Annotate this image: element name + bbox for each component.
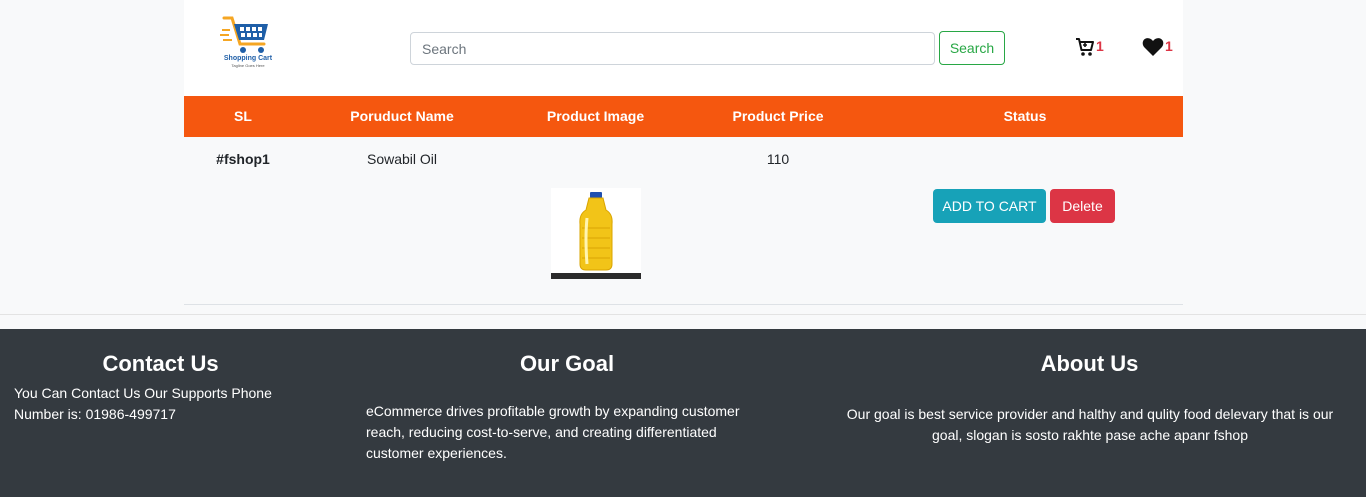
cart-link[interactable]: 1 — [1075, 37, 1104, 62]
footer-contact-text: You Can Contact Us Our Supports Phone Nu… — [14, 385, 272, 422]
column-header-status: Status — [1003, 108, 1047, 124]
table-row: #fshop1 Sowabil Oil 110 ADD TO CART Dele… — [184, 137, 1183, 305]
column-header-product-name: Poruduct Name — [350, 108, 454, 124]
search-input[interactable] — [410, 32, 935, 65]
column-header-sl: SL — [234, 108, 252, 124]
column-header-product-image: Product Image — [546, 108, 645, 124]
divider — [0, 314, 1366, 315]
site-footer: Contact Us You Can Contact Us Our Suppor… — [0, 329, 1366, 497]
product-image — [551, 188, 641, 279]
table-header: SL Poruduct Name Product Image Product P… — [184, 96, 1183, 137]
add-to-cart-button[interactable]: ADD TO CART — [933, 189, 1046, 223]
heart-icon — [1142, 37, 1164, 62]
logo-tagline: Tagline Goes Here — [231, 63, 265, 68]
cart-icon — [1075, 37, 1095, 62]
search-button[interactable]: Search — [939, 31, 1005, 65]
row-product-price: 110 — [766, 151, 790, 167]
site-header: Shopping Cart Tagline Goes Here Search 1… — [184, 0, 1183, 96]
footer-goal-title: Our Goal — [519, 351, 615, 376]
column-header-product-price: Product Price — [732, 108, 824, 124]
footer-goal-text: eCommerce drives profitable growth by ex… — [366, 403, 740, 461]
row-sl: #fshop1 — [216, 151, 270, 167]
wishlist-link[interactable]: 1 — [1142, 37, 1173, 62]
delete-button[interactable]: Delete — [1050, 189, 1115, 223]
footer-about-text: Our goal is best service provider and ha… — [846, 406, 1334, 443]
footer-contact-title: Contact Us — [102, 351, 219, 376]
cart-count-badge: 1 — [1096, 38, 1104, 54]
wishlist-count-badge: 1 — [1165, 38, 1173, 54]
footer-about-title: About Us — [1040, 351, 1139, 376]
cart-table: SL Poruduct Name Product Image Product P… — [184, 96, 1183, 305]
row-product-name: Sowabil Oil — [366, 151, 438, 167]
logo-text: Shopping Cart — [223, 55, 273, 62]
